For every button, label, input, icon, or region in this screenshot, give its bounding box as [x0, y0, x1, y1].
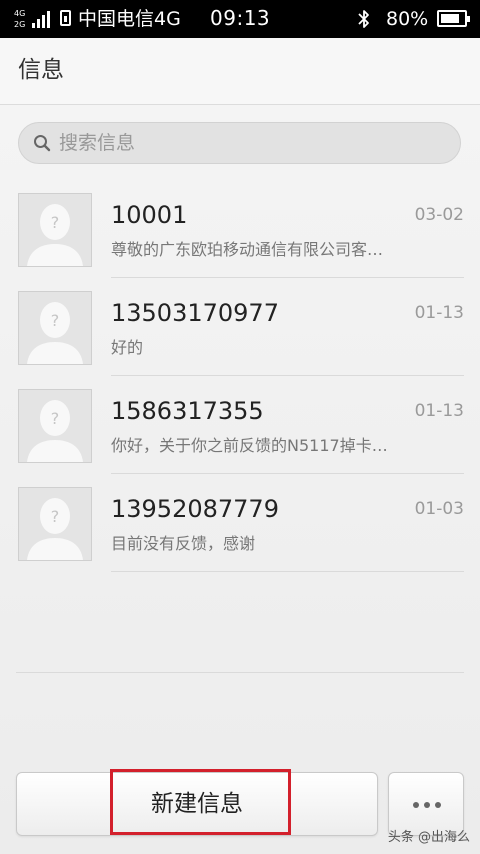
- messages-screen: 4G 2G 中国电信4G 09:13 80% 信息 搜索信息 ? 10001 0…: [0, 0, 480, 854]
- svg-text:?: ?: [51, 213, 60, 232]
- battery-icon: [437, 10, 470, 27]
- search-icon: [34, 135, 51, 152]
- contact-avatar-icon: ?: [18, 389, 92, 463]
- conversation-name: 1586317355: [111, 397, 264, 425]
- signal-icon: 4G 2G: [14, 8, 58, 30]
- clock: 09:13: [210, 6, 271, 30]
- conversation-name: 13952087779: [111, 495, 279, 523]
- conversation-list: ? 10001 03-02 尊敬的广东欧珀移动通信有限公司客… ? 135031…: [0, 180, 480, 572]
- conversation-date: 01-13: [414, 401, 464, 421]
- battery-fill: [441, 14, 459, 23]
- contact-avatar-icon: ?: [18, 487, 92, 561]
- svg-text:?: ?: [51, 311, 60, 330]
- conversation-date: 03-02: [414, 205, 464, 225]
- app-header: 信息: [0, 38, 480, 105]
- page-title: 信息: [18, 57, 64, 83]
- conversation-preview: 你好，关于你之前反馈的N5117掉卡…: [111, 436, 388, 455]
- more-options-button[interactable]: [388, 772, 464, 836]
- conversation-preview: 尊敬的广东欧珀移动通信有限公司客…: [111, 240, 384, 259]
- svg-text:?: ?: [51, 507, 60, 526]
- list-end-divider: [16, 672, 464, 673]
- conversation-item[interactable]: ? 13503170977 01-13 好的: [0, 278, 480, 376]
- conversation-date: 01-03: [414, 499, 464, 519]
- network-type-top: 4G: [14, 9, 26, 18]
- sim-icon: [60, 10, 71, 26]
- conversation-item[interactable]: ? 10001 03-02 尊敬的广东欧珀移动通信有限公司客…: [0, 180, 480, 278]
- watermark: 头条 @出海么: [387, 830, 470, 845]
- svg-text:?: ?: [51, 409, 60, 428]
- network-type-bottom: 2G: [14, 20, 26, 29]
- new-message-button[interactable]: 新建信息: [16, 769, 378, 836]
- carrier-name: 中国电信4G: [78, 8, 181, 30]
- contact-avatar-icon: ?: [18, 291, 92, 365]
- conversation-item[interactable]: ? 1586317355 01-13 你好，关于你之前反馈的N5117掉卡…: [0, 376, 480, 474]
- conversation-preview: 目前没有反馈，感谢: [111, 534, 256, 553]
- conversation-name: 13503170977: [111, 299, 279, 327]
- battery-percent: 80%: [386, 8, 429, 30]
- search-placeholder: 搜索信息: [59, 132, 136, 154]
- item-divider: [111, 571, 464, 572]
- conversation-item[interactable]: ? 13952087779 01-03 目前没有反馈，感谢: [0, 474, 480, 572]
- conversation-date: 01-13: [414, 303, 464, 323]
- conversation-name: 10001: [111, 201, 188, 229]
- bluetooth-icon: [358, 10, 369, 28]
- status-bar: 4G 2G 中国电信4G 09:13 80%: [0, 0, 480, 38]
- highlight-frame: [110, 769, 291, 835]
- search-input[interactable]: 搜索信息: [18, 122, 461, 164]
- contact-avatar-icon: ?: [18, 193, 92, 267]
- more-icon: [413, 802, 441, 808]
- conversation-preview: 好的: [111, 338, 144, 357]
